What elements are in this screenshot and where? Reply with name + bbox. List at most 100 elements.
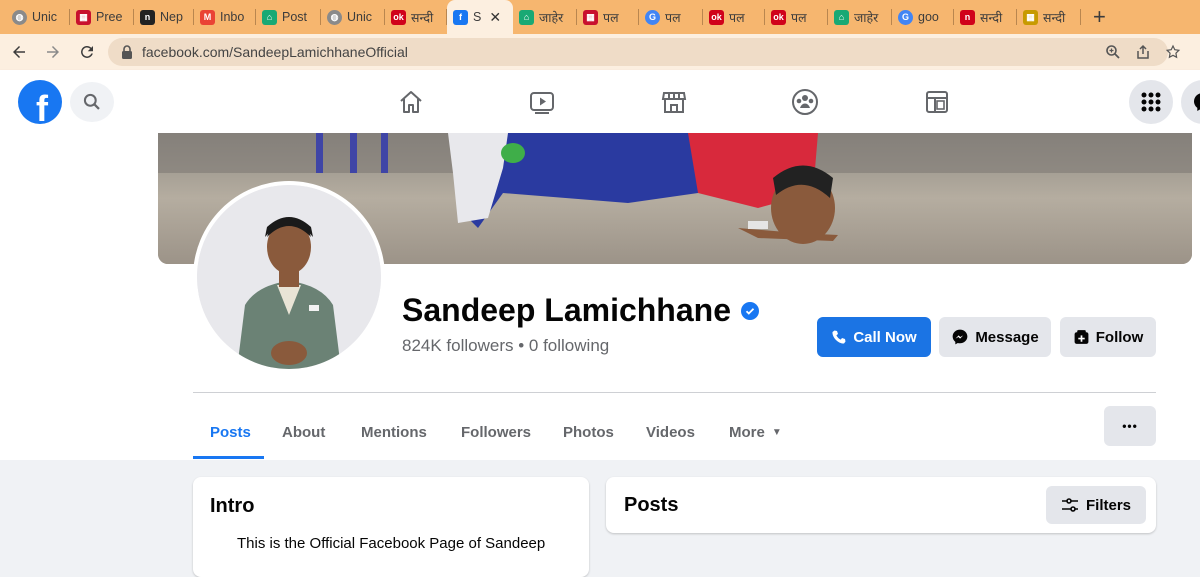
back-button[interactable] xyxy=(4,37,34,67)
globe-icon: ◍ xyxy=(327,9,342,25)
gaming-icon xyxy=(926,91,948,113)
browser-tab[interactable]: ok सन्दी xyxy=(385,0,447,34)
filters-button[interactable]: Filters xyxy=(1046,486,1146,524)
browser-tab[interactable]: ⌂ Post xyxy=(256,0,321,34)
google-icon: G xyxy=(645,9,660,25)
bookmark-star-icon[interactable] xyxy=(1164,43,1182,61)
tab-about[interactable]: About xyxy=(282,405,325,459)
new-tab-button[interactable]: + xyxy=(1081,0,1118,34)
browser-tab[interactable]: M Inbo xyxy=(194,0,256,34)
browser-tab[interactable]: ⌂ जाहेर xyxy=(513,0,577,34)
browser-tab-title: पल xyxy=(791,10,807,25)
intro-title: Intro xyxy=(210,495,255,517)
ok-icon: ok xyxy=(709,9,724,25)
nav-home[interactable] xyxy=(391,84,431,120)
browser-tab[interactable]: ok पल xyxy=(703,0,765,34)
reload-button[interactable] xyxy=(72,37,102,67)
posts-title: Posts xyxy=(624,494,679,516)
address-bar[interactable]: facebook.com/SandeepLamichhaneOfficial xyxy=(108,38,1181,66)
browser-tab[interactable]: n Nep xyxy=(134,0,194,34)
caret-down-icon: ▼ xyxy=(771,426,782,438)
tab-followers[interactable]: Followers xyxy=(461,405,531,459)
groups-icon xyxy=(792,89,818,115)
filters-label: Filters xyxy=(1085,496,1131,514)
messenger-icon xyxy=(1194,93,1200,111)
news-icon: ▦ xyxy=(76,9,91,25)
browser-tab[interactable]: Ggoo xyxy=(892,0,954,34)
forward-button[interactable] xyxy=(38,37,68,67)
more-options-button[interactable]: ••• xyxy=(1104,406,1156,446)
tab-posts[interactable]: Posts xyxy=(210,405,251,459)
follow-label: Follow xyxy=(1095,328,1144,346)
browser-toolbar: facebook.com/SandeepLamichhaneOfficial xyxy=(0,34,1200,70)
browser-tab-title: सन्दी xyxy=(980,10,1003,25)
menu-button[interactable] xyxy=(1129,80,1173,124)
arrow-left-icon xyxy=(13,46,25,58)
news-icon: ▦ xyxy=(583,9,598,25)
browser-tab[interactable]: ◍ Unic xyxy=(6,0,70,34)
follower-stats[interactable]: 824K followers • 0 following xyxy=(402,336,609,356)
globe-icon: ◍ xyxy=(12,9,27,25)
browser-tab[interactable]: ◍ Unic xyxy=(321,0,385,34)
marketplace-icon xyxy=(661,92,687,113)
home-icon: ⌂ xyxy=(519,9,534,25)
tab-photos[interactable]: Photos xyxy=(563,405,614,459)
browser-tab[interactable]: ok पल xyxy=(765,0,828,34)
posts-card: Posts Filters xyxy=(606,477,1156,533)
browser-tab-title: जाहेर xyxy=(539,10,564,25)
grid-menu-icon xyxy=(1141,92,1161,112)
profile-name: Sandeep Lamichhane xyxy=(402,292,759,329)
browser-tab-title: पल xyxy=(665,10,681,25)
browser-tab-strip: ◍ Unic ▦ Pree n Nep M Inbo ⌂ Post ◍ Unic ok सन्दी f S ✕ ⌂… xyxy=(0,0,1200,34)
tab-videos[interactable]: Videos xyxy=(646,405,695,459)
tab-more[interactable]: More ▼ xyxy=(729,405,782,459)
browser-tab[interactable]: ⌂ जाहेर xyxy=(828,0,892,34)
close-tab-icon[interactable]: ✕ xyxy=(489,9,501,26)
browser-tab[interactable]: n सन्दी xyxy=(954,0,1017,34)
browser-tab-title: पल xyxy=(729,10,745,25)
home-icon xyxy=(400,91,422,113)
browser-tab-title: जाहेर xyxy=(854,10,879,25)
watch-icon xyxy=(530,92,554,114)
filter-icon xyxy=(1061,497,1079,513)
more-dots-icon: ••• xyxy=(1122,419,1138,433)
facebook-icon: f xyxy=(453,9,468,25)
profile-avatar[interactable] xyxy=(193,181,385,373)
browser-tab[interactable]: ▦ सन्दी xyxy=(1017,0,1081,34)
browser-tab-title: Post xyxy=(282,10,308,24)
browser-tab-title: Unic xyxy=(347,10,373,24)
ok-icon: ok xyxy=(771,9,786,25)
share-icon[interactable] xyxy=(1134,43,1152,61)
follow-button[interactable]: Follow xyxy=(1060,317,1156,357)
search-icon xyxy=(83,93,100,110)
tab-separator xyxy=(1080,9,1081,25)
browser-tab[interactable]: f S ✕ xyxy=(447,0,513,34)
browser-tab-title: goo xyxy=(918,10,939,24)
browser-tab-title: पल xyxy=(603,10,619,25)
message-button[interactable]: Message xyxy=(939,317,1051,357)
url-text: facebook.com/SandeepLamichhaneOfficial xyxy=(142,44,408,60)
tab-mentions[interactable]: Mentions xyxy=(361,405,427,459)
logo-letter: f xyxy=(36,88,48,124)
browser-tab[interactable]: ▦ Pree xyxy=(70,0,134,34)
search-button[interactable] xyxy=(70,82,114,122)
home-icon: ⌂ xyxy=(834,9,849,25)
nav-gaming[interactable] xyxy=(917,84,957,120)
zoom-icon[interactable] xyxy=(1104,43,1122,61)
lock-icon xyxy=(120,45,134,59)
intro-card: Intro This is the Official Facebook Page… xyxy=(193,477,589,577)
facebook-logo-icon[interactable]: f xyxy=(18,80,62,124)
nav-groups[interactable] xyxy=(785,84,825,120)
call-now-button[interactable]: Call Now xyxy=(817,317,931,357)
browser-tab[interactable]: ▦ पल xyxy=(577,0,639,34)
ok-icon: ok xyxy=(391,9,406,25)
browser-tab-title: Inbo xyxy=(220,10,245,24)
browser-tab-title: Unic xyxy=(32,10,58,24)
nav-watch[interactable] xyxy=(522,84,562,120)
nav-marketplace[interactable] xyxy=(654,84,694,120)
browser-tab[interactable]: G पल xyxy=(639,0,703,34)
messenger-button[interactable] xyxy=(1181,80,1200,124)
messenger-icon xyxy=(951,328,969,346)
browser-tab-title: सन्दी xyxy=(1043,10,1066,25)
browser-tab-title: Pree xyxy=(96,10,123,24)
